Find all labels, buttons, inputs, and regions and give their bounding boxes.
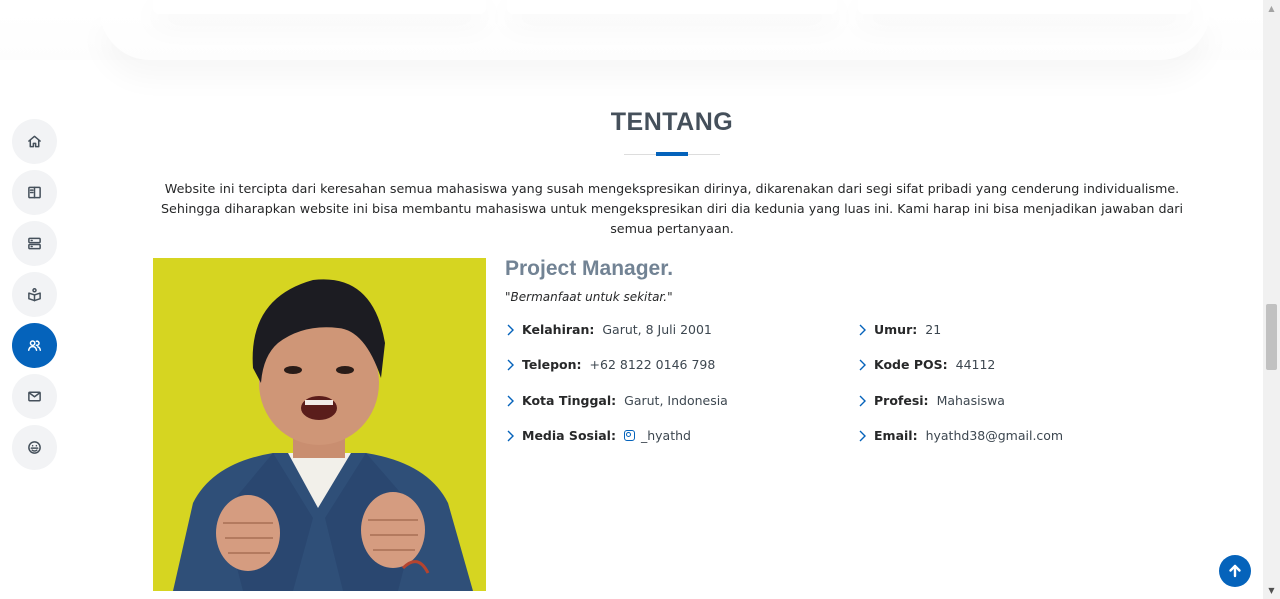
- service-card: [153, 0, 486, 14]
- info-value: 44112: [955, 357, 996, 372]
- chevron-right-icon: [505, 358, 515, 372]
- users-icon: [27, 340, 42, 351]
- info-age: Umur: 21: [857, 322, 941, 337]
- previous-section-shadow: [100, 10, 1210, 60]
- about-description: Website ini tercipta dari keresahan semu…: [160, 181, 1184, 236]
- back-to-top-button[interactable]: [1219, 555, 1251, 587]
- smiley-icon: [28, 441, 41, 454]
- nav-about[interactable]: [12, 323, 57, 368]
- scrollbar-thumb[interactable]: [1266, 304, 1277, 370]
- nav-testimonials[interactable]: [12, 425, 57, 470]
- scroll-up-arrow[interactable]: ▲: [1263, 0, 1280, 17]
- chevron-right-icon: [857, 358, 867, 372]
- service-card: [507, 0, 837, 14]
- info-label: Umur:: [874, 322, 918, 337]
- nav-services[interactable]: [12, 221, 57, 266]
- server-icon: [28, 237, 41, 250]
- arrow-up-icon: [1229, 564, 1241, 578]
- role-title: Project Manager.: [505, 257, 674, 280]
- profile-photo: [153, 258, 486, 591]
- service-card: [858, 0, 1191, 14]
- nav-resume[interactable]: [12, 170, 57, 215]
- info-value: Mahasiswa: [936, 393, 1005, 408]
- info-label: Kota Tinggal:: [522, 393, 617, 408]
- book-open-icon: [28, 288, 41, 302]
- side-nav: [12, 119, 57, 476]
- info-label: Profesi:: [874, 393, 929, 408]
- section-title: TENTANG: [610, 108, 734, 136]
- chevron-right-icon: [505, 394, 515, 408]
- info-value: Garut, 8 Juli 2001: [602, 322, 712, 337]
- info-label: Telepon:: [522, 357, 582, 372]
- info-label: Kode POS:: [874, 357, 948, 372]
- title-accent-bar: [656, 152, 688, 156]
- info-city: Kota Tinggal: Garut, Indonesia: [505, 393, 728, 408]
- info-value: Garut, Indonesia: [624, 393, 728, 408]
- info-label: Kelahiran:: [522, 322, 595, 337]
- chevron-right-icon: [505, 323, 515, 337]
- instagram-handle-link[interactable]: _hyathd: [641, 428, 691, 443]
- info-profession: Profesi: Mahasiswa: [857, 393, 1005, 408]
- chevron-right-icon: [857, 429, 867, 443]
- scroll-down-arrow[interactable]: ▼: [1263, 582, 1280, 599]
- chevron-right-icon: [857, 394, 867, 408]
- info-email: Email: hyathd38@gmail.com: [857, 428, 1063, 443]
- nav-portfolio[interactable]: [12, 272, 57, 317]
- info-postal-code: Kode POS: 44112: [857, 357, 995, 372]
- nav-contact[interactable]: [12, 374, 57, 419]
- envelope-icon: [28, 391, 41, 402]
- chevron-right-icon: [505, 429, 515, 443]
- previous-section: [0, 0, 1263, 60]
- info-value: hyathd38@gmail.com: [925, 428, 1064, 443]
- info-phone: Telepon: +62 8122 0146 798: [505, 357, 715, 372]
- info-birth: Kelahiran: Garut, 8 Juli 2001: [505, 322, 712, 337]
- info-social: Media Sosial: _hyathd: [505, 428, 691, 443]
- book-icon: [28, 186, 41, 199]
- info-label: Email:: [874, 428, 918, 443]
- instagram-icon[interactable]: [623, 430, 635, 441]
- info-label: Media Sosial:: [522, 428, 616, 443]
- chevron-right-icon: [857, 323, 867, 337]
- info-value: 21: [925, 322, 942, 337]
- page-scrollbar[interactable]: ▲ ▼: [1263, 0, 1280, 599]
- personal-quote: "Bermanfaat untuk sekitar.": [505, 290, 673, 304]
- info-value: +62 8122 0146 798: [589, 357, 716, 372]
